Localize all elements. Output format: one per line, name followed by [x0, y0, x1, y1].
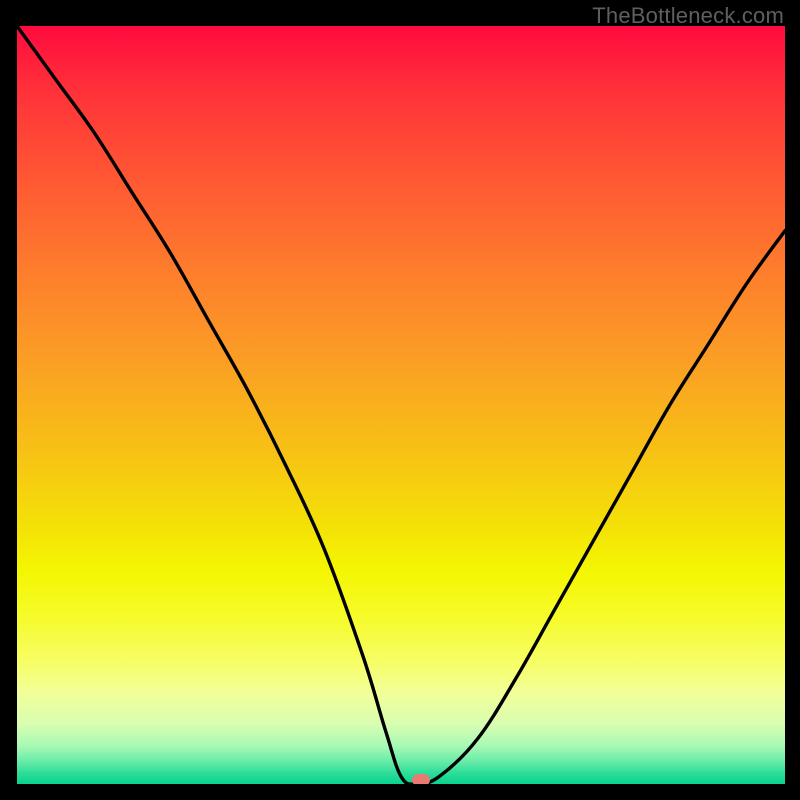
- watermark-text: TheBottleneck.com: [592, 3, 784, 29]
- plot-area: [17, 26, 785, 784]
- chart-frame: TheBottleneck.com: [0, 0, 800, 800]
- bottleneck-curve: [17, 26, 785, 784]
- optimum-marker-icon: [412, 774, 430, 784]
